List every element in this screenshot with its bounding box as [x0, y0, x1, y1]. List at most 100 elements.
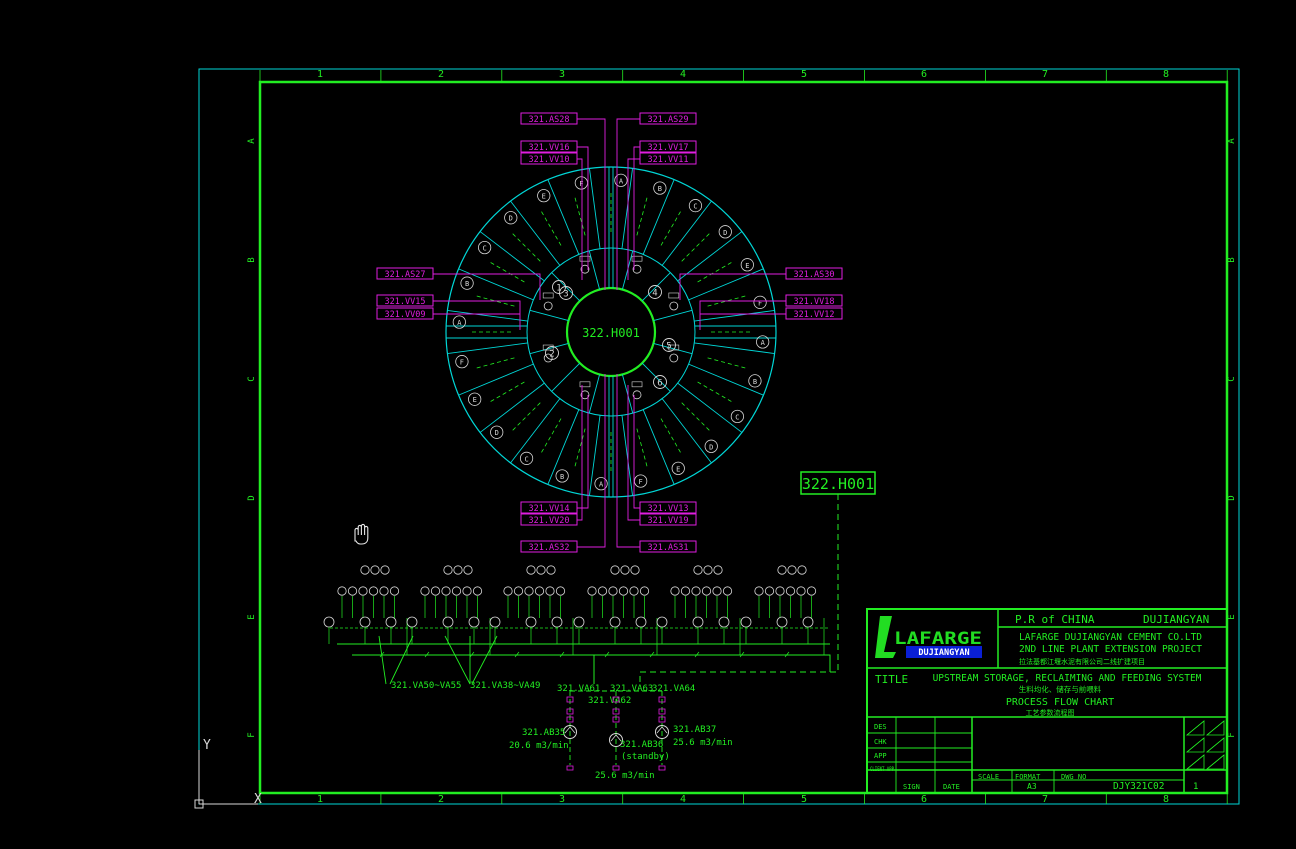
- silo-number-5: 5: [666, 342, 671, 352]
- svg-text:F: F: [579, 180, 583, 188]
- tag-321.VV10: 321.VV10: [529, 155, 570, 165]
- aeration-manifold: [323, 565, 831, 684]
- format-label: FORMAT: [1015, 773, 1041, 781]
- revision-triangles: [1185, 720, 1225, 770]
- ucs-y-label: Y: [203, 738, 211, 753]
- grid-col-4-bottom: 4: [680, 794, 686, 805]
- grid-row-C-left: C: [247, 376, 257, 381]
- grid-col-3-top: 3: [559, 69, 565, 80]
- svg-text:C: C: [483, 245, 487, 253]
- grid-row-E-left: E: [247, 614, 257, 619]
- cad-drawing-canvas: 1 1 2 2 3 3 4 4 5 5 6 6 7 7 8 8 A A B B C C D D E E F F 322.H001 A B…: [194, 68, 1240, 809]
- grid-row-C-right: C: [1227, 376, 1237, 381]
- svg-text:D: D: [709, 443, 713, 451]
- svg-text:B: B: [465, 280, 469, 288]
- svg-text:C: C: [735, 413, 739, 421]
- blower-2-rate: 25.6 m3/min: [595, 771, 655, 781]
- ucs-icon: Y X: [194, 738, 262, 809]
- tag-321.VV09: 321.VV09: [385, 310, 426, 320]
- company-cn: 拉法基都江堰水泥有限公司二线扩建项目: [1019, 657, 1145, 666]
- grid-col-2-top: 2: [438, 69, 444, 80]
- svg-text:E: E: [745, 262, 749, 270]
- country-label: P.R of CHINA: [1015, 613, 1095, 626]
- dwg-no-label: DWG NO: [1061, 773, 1086, 781]
- silo-number-2: 2: [549, 350, 554, 360]
- svg-text:E: E: [676, 465, 680, 473]
- svg-text:F: F: [758, 299, 762, 307]
- title-en-1: UPSTREAM STORAGE, RECLAIMING AND FEEDING…: [933, 673, 1202, 684]
- tag-321.VV15: 321.VV15: [385, 297, 426, 307]
- grid-row-B-right: B: [1227, 257, 1237, 262]
- title-cn-2: 工艺参数流程图: [1026, 708, 1075, 717]
- silo-number-6: 6: [657, 379, 662, 389]
- grid-col-8-bottom: 8: [1163, 794, 1169, 805]
- grid-col-2-bottom: 2: [438, 794, 444, 805]
- svg-text:D: D: [723, 229, 727, 237]
- tag-321.VV20: 321.VV20: [529, 516, 570, 526]
- svg-text:E: E: [473, 396, 477, 404]
- tag-321.VV19: 321.VV19: [648, 516, 689, 526]
- grid-col-8-top: 8: [1163, 69, 1169, 80]
- date-label: DATE: [943, 783, 960, 791]
- svg-text:A: A: [619, 177, 624, 185]
- silo-callout-label: 322.H001: [802, 475, 874, 493]
- blower-1-rate: 20.6 m3/min: [509, 741, 569, 751]
- title-en-2: PROCESS FLOW CHART: [1006, 697, 1114, 708]
- grid-col-1-top: 1: [317, 69, 323, 80]
- tag-321.AS30: 321.AS30: [794, 270, 835, 280]
- lafarge-logo: LAFARGE DUJIANGYAN: [875, 616, 982, 658]
- svg-text:F: F: [460, 359, 464, 367]
- grid-row-B-left: B: [247, 257, 257, 262]
- hand-cursor-icon: [354, 523, 369, 545]
- grid-row-D-left: D: [247, 495, 257, 500]
- grid-row-F-left: F: [247, 732, 257, 737]
- svg-text:B: B: [658, 185, 662, 193]
- sign-label: SIGN: [903, 783, 920, 791]
- format-value: A3: [1027, 782, 1037, 791]
- grid-col-1-bottom: 1: [317, 794, 323, 805]
- svg-text:E: E: [542, 193, 546, 201]
- scale-label: SCALE: [978, 773, 999, 781]
- tag-321.VV16: 321.VV16: [529, 143, 570, 153]
- silo-plan-view: 322.H001 ABCDEFABCDEFABCDEF ABCDEF 123 456…: [376, 112, 843, 553]
- row-client-app: CLIENT APP: [870, 766, 894, 773]
- ucs-x-label: X: [254, 792, 262, 807]
- svg-text:B: B: [753, 378, 757, 386]
- grid-row-E-right: E: [1227, 614, 1237, 619]
- blower-2-tag: 321.AB36: [620, 740, 663, 750]
- svg-text:A: A: [599, 481, 604, 489]
- center-silo-label: 322.H001: [582, 326, 640, 340]
- row-app: APP: [874, 752, 887, 760]
- tag-321.AS27: 321.AS27: [385, 270, 426, 280]
- tag-va64: 321.VA64: [652, 684, 695, 694]
- title-cn-1: 生料均化、储存与前喂料: [1019, 684, 1102, 694]
- grid-row-F-right: F: [1227, 732, 1237, 737]
- grid-col-4-top: 4: [680, 69, 686, 80]
- svg-text:A: A: [761, 339, 766, 347]
- tag-va38: 321.VA38~VA49: [470, 681, 540, 691]
- lower-valve-tags: 321.VA50~VA55 321.VA38~VA49 321.VA61 321…: [378, 635, 695, 706]
- blower-labels: 321.AB35 20.6 m3/min 321.AB36 (standby) …: [509, 725, 733, 781]
- grid-reference-markers: 1 1 2 2 3 3 4 4 5 5 6 6 7 7 8 8 A A B B C C D D E E F F: [247, 69, 1237, 805]
- row-des: DES: [874, 723, 887, 731]
- city-label: DUJIANGYAN: [1143, 613, 1209, 626]
- dwg-no-value: DJY321C02: [1113, 781, 1164, 792]
- svg-text:D: D: [495, 429, 499, 437]
- tag-va50: 321.VA50~VA55: [391, 681, 461, 691]
- tag-va62: 321.VA62: [588, 696, 631, 706]
- tag-321.VV11: 321.VV11: [648, 155, 689, 165]
- grid-row-A-right: A: [1227, 138, 1237, 144]
- va-leader-lines: [378, 635, 498, 685]
- svg-text:C: C: [524, 455, 528, 463]
- logo-subtitle: DUJIANGYAN: [918, 648, 969, 658]
- grid-col-6-top: 6: [921, 69, 927, 80]
- grid-row-D-right: D: [1227, 495, 1237, 500]
- grid-col-5-bottom: 5: [801, 794, 807, 805]
- tag-321.VV13: 321.VV13: [648, 504, 689, 514]
- row-chk: CHK: [874, 738, 887, 746]
- tag-321.VV18: 321.VV18: [794, 297, 835, 307]
- grid-col-7-bottom: 7: [1042, 794, 1048, 805]
- grid-col-3-bottom: 3: [559, 794, 565, 805]
- tag-321.VV17: 321.VV17: [648, 143, 689, 153]
- silo-number-4: 4: [652, 289, 657, 299]
